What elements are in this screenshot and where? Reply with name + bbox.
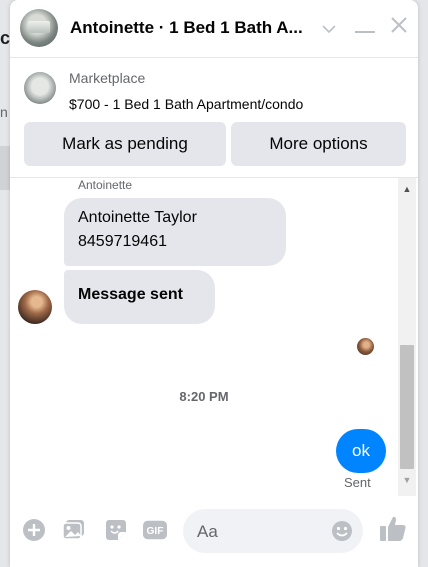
- message-timestamp: 8:20 PM: [179, 389, 229, 404]
- background-page-text-2: n: [0, 104, 8, 120]
- svg-text:GIF: GIF: [147, 526, 164, 537]
- like-icon[interactable]: [378, 514, 408, 544]
- message-bubble-incoming[interactable]: Antoinette Taylor 8459719461: [64, 198, 286, 266]
- background-page-text: c: [0, 28, 11, 48]
- message-status: Sent: [344, 475, 371, 490]
- message-input-box[interactable]: [183, 509, 363, 555]
- chat-header[interactable]: Antoinette · 1 Bed 1 Bath A...: [10, 0, 418, 58]
- marketplace-label: Marketplace: [69, 70, 146, 86]
- chat-window: Antoinette · 1 Bed 1 Bath A... Marketpla…: [10, 0, 418, 567]
- photo-icon[interactable]: [62, 518, 86, 542]
- scroll-up-arrow-icon[interactable]: ▲: [398, 184, 416, 194]
- chevron-down-icon[interactable]: [318, 14, 340, 42]
- composer: GIF: [10, 498, 418, 567]
- marketplace-panel: Marketplace $700 - 1 Bed 1 Bath Apartmen…: [10, 58, 418, 178]
- scrollbar-thumb[interactable]: [400, 345, 414, 469]
- gif-icon[interactable]: GIF: [143, 518, 167, 542]
- message-input[interactable]: [195, 509, 329, 555]
- plus-icon[interactable]: [22, 518, 46, 542]
- message-line: 8459719461: [78, 233, 167, 250]
- sticker-icon[interactable]: [104, 518, 128, 542]
- listing-thumbnail[interactable]: [24, 72, 56, 104]
- chat-title[interactable]: Antoinette · 1 Bed 1 Bath A...: [70, 18, 310, 38]
- minimize-icon[interactable]: [352, 14, 378, 42]
- seen-indicator-avatar: [357, 338, 374, 355]
- message-list: Antoinette Antoinette Taylor 8459719461 …: [10, 178, 418, 498]
- listing-avatar[interactable]: [20, 9, 58, 47]
- close-icon[interactable]: [386, 14, 412, 42]
- mark-as-pending-button[interactable]: Mark as pending: [24, 122, 226, 166]
- contact-avatar[interactable]: [18, 290, 52, 324]
- scroll-down-arrow-icon[interactable]: ▼: [398, 475, 416, 485]
- sender-name: Antoinette: [78, 178, 133, 192]
- message-bubble-incoming[interactable]: Message sent: [64, 270, 215, 324]
- background-strip: [0, 146, 10, 190]
- scrollbar[interactable]: ▲ ▼: [398, 178, 416, 496]
- emoji-icon[interactable]: [331, 520, 353, 542]
- message-line: Antoinette Taylor: [78, 209, 197, 226]
- listing-title[interactable]: $700 - 1 Bed 1 Bath Apartment/condo: [69, 96, 303, 112]
- message-bubble-outgoing[interactable]: ok: [336, 429, 386, 473]
- more-options-button[interactable]: More options: [231, 122, 406, 166]
